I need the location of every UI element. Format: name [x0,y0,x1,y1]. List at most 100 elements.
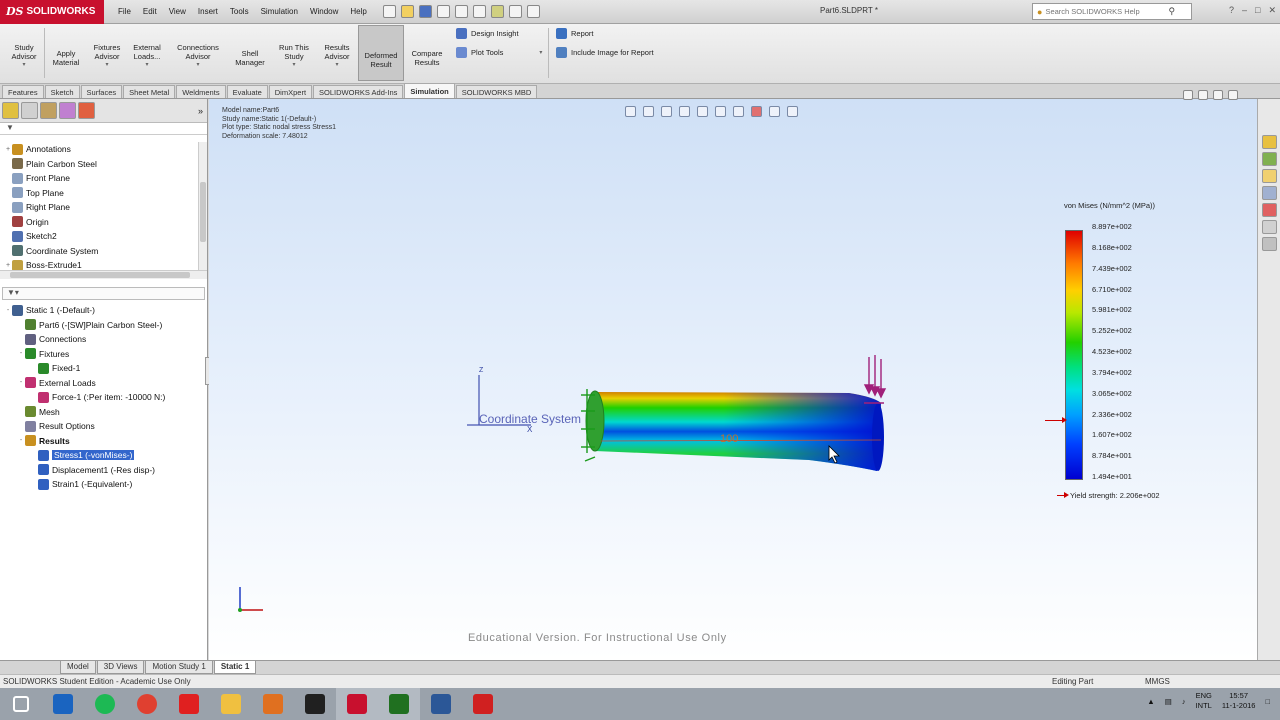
tab-evaluate[interactable]: Evaluate [226,85,268,98]
dropdown-arrow-icon[interactable]: ▾ [22,61,25,70]
expand-toggle-icon[interactable]: - [4,307,12,314]
results-advisor-button[interactable]: Results Advisor ▾ [318,26,356,80]
feature-tree-item[interactable]: Sketch2 [0,229,198,244]
taskbar-explorer[interactable] [210,688,252,720]
feature-tree-item[interactable]: Front Plane [0,171,198,186]
apply-material-button[interactable]: Apply Material [48,32,84,86]
model-viewport[interactable] [209,99,1257,660]
tab-dimxpert[interactable]: DimXpert [268,85,313,98]
feature-manager-tab-icon[interactable] [2,102,19,119]
show-hidden-icons-icon[interactable]: ▲ [1147,697,1154,706]
feature-tree-item[interactable]: Right Plane [0,200,198,215]
design-library-icon[interactable] [1261,152,1277,166]
search-box[interactable]: ● ⚲ [1032,3,1192,20]
open-folder-icon[interactable] [400,5,414,18]
connections-advisor-button[interactable]: Connections Advisor ▾ [170,26,226,80]
volume-icon[interactable]: ♪ [1182,697,1186,706]
new-document-icon[interactable] [382,5,396,18]
dropdown-arrow-icon[interactable]: ▾ [539,49,542,56]
taskbar-acrobat[interactable] [462,688,504,720]
simulation-tree-item[interactable]: Force-1 (:Per item: -10000 N:) [0,390,207,405]
dimension-value[interactable]: 100 [720,433,738,445]
save-icon[interactable] [418,5,432,18]
taskbar-spotify[interactable] [84,688,126,720]
compare-results-button[interactable]: Compare Results [407,32,447,86]
feature-tree-item[interactable]: Plain Carbon Steel [0,157,198,172]
feature-tree-item[interactable]: Origin [0,215,198,230]
menu-help[interactable]: Help [350,7,366,16]
solidworks-resources-icon[interactable] [1261,135,1277,149]
report-button[interactable]: Report [556,28,594,39]
tab-simulation[interactable]: Simulation [404,83,455,98]
simulation-tree-filter[interactable]: ▼▾ [2,287,205,300]
file-explorer-icon[interactable] [1261,169,1277,183]
tab-model[interactable]: Model [60,661,96,674]
menu-file[interactable]: File [118,7,131,16]
close-icon[interactable]: ✕ [1268,5,1276,16]
expand-panel-icon[interactable]: » [198,106,203,116]
fixtures-advisor-button[interactable]: Fixtures Advisor ▾ [88,26,126,80]
feature-tree-item[interactable]: Coordinate System [0,244,198,259]
notifications-icon[interactable]: □ [1265,697,1270,706]
undo-icon[interactable] [454,5,468,18]
viewport-restore-icon[interactable] [1198,90,1208,100]
viewport-close-icon[interactable] [1228,90,1238,100]
dropdown-arrow-icon[interactable]: ▾ [335,61,338,70]
menu-insert[interactable]: Insert [198,7,218,16]
minimize-icon[interactable]: – [1242,5,1247,16]
display-manager-tab-icon[interactable] [78,102,95,119]
taskbar-solidworks[interactable] [336,688,378,720]
taskbar-plant[interactable] [378,688,420,720]
run-study-button[interactable]: Run This Study ▾ [274,26,314,80]
dropdown-arrow-icon[interactable]: ▾ [105,61,108,70]
simulation-tree-item[interactable]: Result Options [0,419,207,434]
print-icon[interactable] [436,5,450,18]
forum-icon[interactable] [1261,237,1277,251]
simulation-tree-item[interactable]: - Fixtures [0,347,207,362]
graphics-area[interactable]: Model name:Part6 Study name:Static 1(-De… [209,99,1257,660]
restore-icon[interactable]: □ [1255,5,1260,16]
taskbar-windows-start[interactable] [0,688,42,720]
simulation-tree-item[interactable]: Strain1 (-Equivalent-) [0,477,207,492]
menu-view[interactable]: View [169,7,186,16]
dropdown-arrow-icon[interactable]: ▾ [196,61,199,70]
dimxpert-tab-icon[interactable] [59,102,76,119]
expand-toggle-icon[interactable]: - [17,350,25,357]
tab-features[interactable]: Features [2,85,44,98]
feature-tree-scrollbar[interactable] [198,142,207,270]
taskbar-xming[interactable] [294,688,336,720]
shell-manager-button[interactable]: Shell Manager [230,32,270,86]
tab-addins[interactable]: SOLIDWORKS Add-Ins [313,85,404,98]
deformed-beam[interactable] [585,390,884,471]
dropdown-arrow-icon[interactable]: ▾ [292,61,295,70]
search-icon[interactable]: ⚲ [1168,6,1175,17]
search-results-icon[interactable] [1261,186,1277,200]
tab-mbd[interactable]: SOLIDWORKS MBD [455,85,538,98]
taskbar-word[interactable] [420,688,462,720]
simulation-tree-item[interactable]: Connections [0,332,207,347]
custom-properties-icon[interactable] [1261,220,1277,234]
search-input[interactable] [1045,7,1166,16]
taskbar-chrome[interactable] [126,688,168,720]
design-insight-button[interactable]: Design Insight [456,28,519,39]
dropdown-arrow-icon[interactable]: ▾ [145,61,148,70]
menu-simulation[interactable]: Simulation [261,7,298,16]
clock[interactable]: 15:57 11-1-2016 [1222,691,1256,711]
language-indicator[interactable]: ENG INTL [1196,691,1212,711]
tab-sheet-metal[interactable]: Sheet Metal [123,85,176,98]
feature-tree-item[interactable]: Top Plane [0,186,198,201]
feature-tree-hscrollbar[interactable] [0,270,207,279]
simulation-tree-item[interactable]: - Static 1 (-Default-) [0,303,207,318]
plot-tools-button[interactable]: Plot Tools ▾ [456,47,542,58]
help-icon[interactable]: ? [1229,5,1234,16]
tab-surfaces[interactable]: Surfaces [80,85,123,98]
simulation-tree-item[interactable]: Fixed-1 [0,361,207,376]
tab-motion-study[interactable]: Motion Study 1 [145,661,213,674]
tab-3d-views[interactable]: 3D Views [96,661,145,674]
tab-sketch[interactable]: Sketch [44,85,80,98]
appearances-icon[interactable] [1261,203,1277,217]
property-manager-tab-icon[interactable] [21,102,38,119]
solidworks-logo[interactable]: DS SOLIDWORKS [0,0,104,24]
viewport-expand-icon[interactable] [1183,90,1193,100]
simulation-tree-item[interactable]: Stress1 (-vonMises-) [0,448,207,463]
